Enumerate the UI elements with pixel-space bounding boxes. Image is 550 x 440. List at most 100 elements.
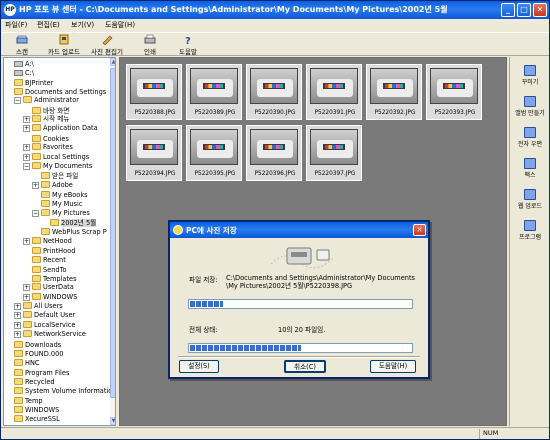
tree-item[interactable]: Documents and Settings bbox=[5, 87, 106, 96]
dialog-close-button[interactable]: ✕ bbox=[413, 224, 426, 236]
tree-item[interactable]: Program Files bbox=[5, 368, 69, 377]
scan-button[interactable]: 스캔 bbox=[9, 34, 35, 56]
status-bar: NUM bbox=[1, 427, 549, 439]
photo-thumbnail[interactable]: P5220388.JPG bbox=[126, 64, 182, 120]
action-fax[interactable]: 팩스 bbox=[510, 158, 550, 179]
tree-item[interactable]: WINDOWS bbox=[5, 405, 59, 414]
tree-expander-icon[interactable]: − bbox=[14, 97, 21, 105]
menu-view[interactable]: 보기(V) bbox=[71, 20, 94, 30]
photo-thumbnail[interactable]: P5220394.JPG bbox=[126, 125, 182, 181]
photo-thumbnail[interactable]: P5220397.JPG bbox=[306, 125, 362, 181]
tree-item[interactable]: C:\ bbox=[5, 68, 34, 77]
tree-item[interactable]: System Volume Information bbox=[5, 386, 115, 395]
tree-item[interactable]: Downloads bbox=[5, 340, 61, 349]
scroll-thumb[interactable] bbox=[110, 68, 115, 398]
photo-editor-button[interactable]: 사진 편집기 bbox=[87, 34, 127, 56]
tree-item[interactable]: BJPrinter bbox=[5, 78, 53, 87]
photo-thumbnail[interactable]: P5220392.JPG bbox=[366, 64, 422, 120]
dialog-title-bar[interactable]: PC에 사진 저장 ✕ bbox=[170, 222, 428, 238]
tree-item[interactable]: My Music bbox=[32, 199, 82, 208]
tree-item[interactable]: HNC bbox=[5, 358, 40, 367]
tree-item[interactable]: + NetworkService bbox=[14, 330, 86, 339]
minimize-button[interactable]: _ bbox=[501, 3, 515, 17]
tree-item[interactable]: PrintHood bbox=[23, 246, 75, 255]
folder-tree[interactable]: XecureSSL WINDOWS Temp System Volume Inform… bbox=[3, 57, 116, 426]
tree-item[interactable]: − Administrator bbox=[14, 96, 79, 105]
cancel-button[interactable]: 취소(C) bbox=[284, 360, 326, 373]
tree-expander-icon[interactable]: + bbox=[32, 181, 39, 189]
photo-thumbnail[interactable]: P5220390.JPG bbox=[246, 64, 302, 120]
photo-thumbnail[interactable]: P5220393.JPG bbox=[426, 64, 482, 120]
help-button[interactable]: ? 도움말 bbox=[175, 34, 201, 56]
tree-item[interactable]: + UserData bbox=[23, 283, 74, 292]
title-bar[interactable]: HP HP 포토 뷰 센터 - C:\Documents and Setting… bbox=[1, 1, 549, 19]
tree-expander-icon[interactable]: + bbox=[14, 303, 21, 311]
tree-expander-icon[interactable]: + bbox=[23, 293, 30, 301]
tree-expander-icon[interactable]: + bbox=[23, 116, 30, 124]
tree-item[interactable]: + All Users bbox=[14, 302, 63, 311]
tree-item[interactable]: Recycled bbox=[5, 377, 55, 386]
tree-item[interactable]: + Adobe bbox=[32, 180, 73, 190]
action-email[interactable]: 전자 우편 bbox=[510, 127, 550, 148]
tree-item[interactable]: + Default User bbox=[14, 311, 75, 320]
photo-thumbnail[interactable]: P5220396.JPG bbox=[246, 125, 302, 181]
scroll-up-icon[interactable]: ▲ bbox=[110, 58, 115, 66]
tree-item[interactable]: Templates bbox=[23, 274, 77, 283]
tree-item[interactable]: + WINDOWS bbox=[23, 292, 77, 302]
folder-icon bbox=[32, 106, 41, 114]
photo-image bbox=[250, 68, 298, 104]
tree-expander-icon[interactable]: + bbox=[23, 125, 30, 133]
tree-expander-icon[interactable]: + bbox=[14, 321, 21, 329]
tree-item[interactable]: A:\ bbox=[5, 59, 34, 68]
action-label: 앨범 만들기 bbox=[515, 110, 545, 117]
maximize-button[interactable]: □ bbox=[517, 3, 531, 17]
photo-thumbnail[interactable]: P5220395.JPG bbox=[186, 125, 242, 181]
tree-expander-icon[interactable]: + bbox=[14, 331, 21, 339]
tree-item[interactable]: + 시작 메뉴 bbox=[23, 115, 69, 124]
photo-thumbnail[interactable]: P5220389.JPG bbox=[186, 64, 242, 120]
tree-item[interactable]: SendTo bbox=[23, 265, 67, 274]
tree-expander-icon[interactable]: + bbox=[23, 237, 30, 245]
tree-item-label: C:\ bbox=[25, 69, 35, 78]
tree-scrollbar[interactable]: ▲ ▼ bbox=[110, 58, 115, 425]
folder-icon bbox=[32, 265, 41, 273]
close-button[interactable]: ✕ bbox=[533, 3, 547, 17]
tree-expander-icon[interactable]: + bbox=[23, 153, 30, 161]
tree-item[interactable]: − My Pictures bbox=[32, 208, 90, 218]
tree-item[interactable]: Recent bbox=[23, 255, 66, 264]
tree-item-label: NetworkService bbox=[34, 330, 86, 339]
tree-item[interactable]: + Application Data bbox=[23, 124, 98, 133]
tree-expander-icon[interactable]: + bbox=[14, 312, 21, 320]
tree-item[interactable]: XecureSSL bbox=[5, 414, 60, 423]
tree-item[interactable]: Temp bbox=[5, 396, 43, 405]
tree-expander-icon[interactable]: + bbox=[23, 144, 30, 152]
menu-edit[interactable]: 편집(E) bbox=[37, 20, 60, 30]
menu-help[interactable]: 도움말(H) bbox=[105, 20, 135, 30]
settings-button[interactable]: 설정(S) bbox=[179, 360, 219, 373]
tree-expander-icon[interactable]: − bbox=[23, 162, 30, 170]
card-upload-button[interactable]: 카드 업로드 bbox=[43, 34, 85, 56]
photo-thumbnail[interactable]: P5220391.JPG bbox=[306, 64, 362, 120]
tree-expander-icon[interactable]: − bbox=[32, 209, 39, 217]
action-album[interactable]: 앨범 만들기 bbox=[510, 96, 550, 117]
tree-item[interactable]: + NetHood bbox=[23, 236, 72, 246]
tree-item[interactable]: + Local Settings bbox=[23, 152, 89, 162]
action-decorate[interactable]: 꾸미기 bbox=[510, 65, 550, 86]
tree-item[interactable]: 바탕 화면 bbox=[23, 106, 69, 115]
tree-item[interactable]: 받은 파일 bbox=[32, 171, 78, 180]
menu-file[interactable]: 파일(F) bbox=[5, 20, 27, 30]
print-button[interactable]: 인쇄 bbox=[139, 34, 161, 56]
action-web-upload[interactable]: 웹 업로드 bbox=[510, 189, 550, 210]
tree-item[interactable]: Cookies bbox=[23, 134, 69, 143]
tree-item[interactable]: WebPlus Scrap P bbox=[32, 227, 107, 236]
tree-item[interactable]: − My Documents bbox=[23, 161, 92, 171]
tree-item[interactable]: FOUND.000 bbox=[5, 349, 64, 358]
tree-item[interactable]: 2002년 5월 bbox=[41, 218, 97, 227]
tree-item[interactable]: My eBooks bbox=[32, 190, 88, 199]
action-program[interactable]: 프로그램 bbox=[510, 220, 550, 241]
tree-expander-icon[interactable]: + bbox=[23, 284, 30, 292]
tree-item[interactable]: + Favorites bbox=[23, 143, 73, 152]
tree-item[interactable]: + LocalService bbox=[14, 320, 75, 330]
scroll-down-icon[interactable]: ▼ bbox=[110, 417, 115, 425]
dialog-help-button[interactable]: 도움말(H) bbox=[370, 360, 416, 373]
